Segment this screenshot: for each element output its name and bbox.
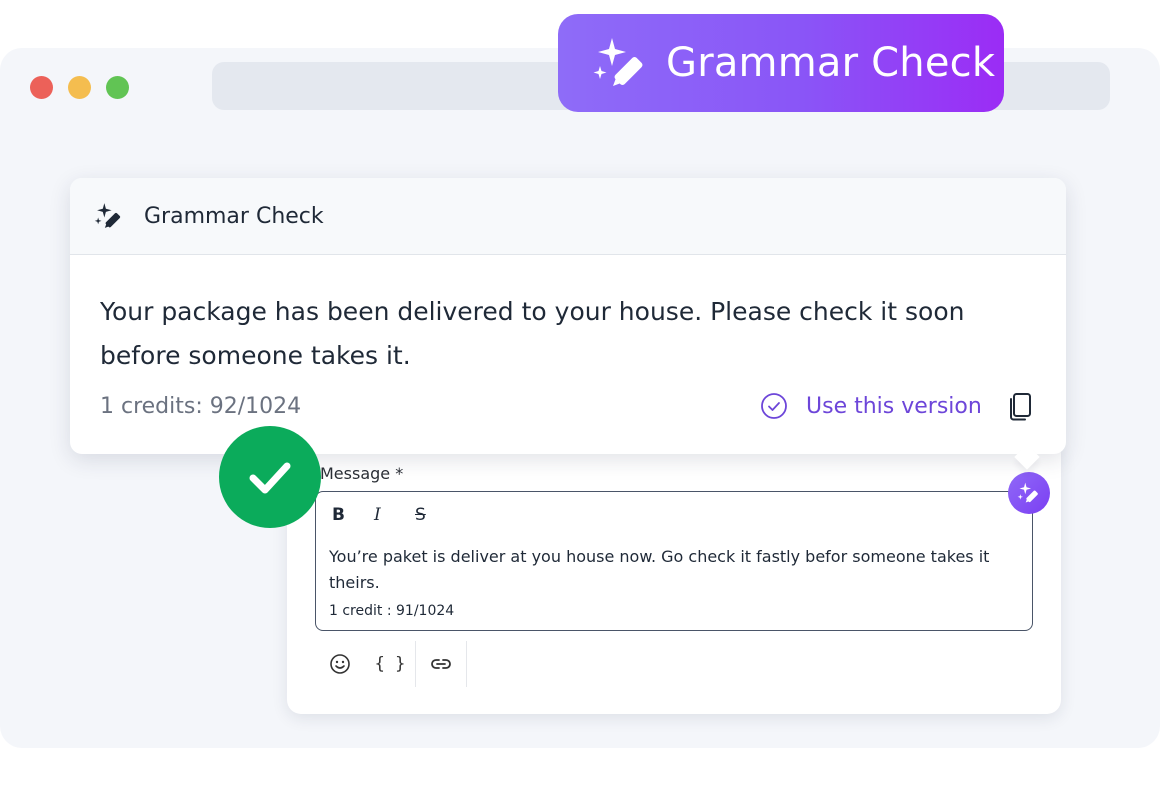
maximize-window-button[interactable]: [106, 76, 129, 99]
message-composer: Message * B I S You’re paket is deliver …: [287, 440, 1061, 714]
result-card-title: Grammar Check: [144, 203, 324, 229]
minimize-window-button[interactable]: [68, 76, 91, 99]
checkmark-icon: [249, 462, 291, 494]
variables-button[interactable]: { }: [365, 640, 415, 688]
link-button[interactable]: [416, 640, 466, 688]
bold-button[interactable]: B: [332, 504, 345, 526]
use-this-version-label: Use this version: [806, 393, 982, 419]
check-circle-icon: [761, 393, 787, 419]
message-label: Message *: [320, 464, 404, 483]
badge-title: Grammar Check: [666, 40, 996, 86]
smiley-icon: [330, 654, 350, 674]
original-message-text[interactable]: You’re paket is deliver at you house now…: [329, 544, 1019, 596]
composer-toolbar: { }: [315, 640, 467, 688]
corrected-text: Your package has been delivered to your …: [100, 297, 965, 370]
italic-button[interactable]: I: [374, 504, 381, 526]
sparkle-pen-icon: [1017, 482, 1038, 503]
result-card-header: Grammar Check: [70, 178, 1066, 255]
copy-icon: [1010, 393, 1031, 421]
toolbar-divider: [466, 641, 467, 687]
success-check-badge: [219, 426, 321, 528]
link-icon: [431, 659, 451, 669]
close-window-button[interactable]: [30, 76, 53, 99]
credits-counter: 1 credits: 92/1024: [100, 394, 302, 419]
sparkle-pen-icon: [94, 203, 121, 228]
composer-credit-counter: 1 credit : 91/1024: [329, 603, 455, 619]
grammar-check-button[interactable]: [1008, 472, 1050, 514]
strikethrough-button[interactable]: S: [415, 504, 426, 526]
message-editor[interactable]: B I S You’re paket is deliver at you hou…: [315, 491, 1033, 631]
sparkle-pen-icon: [593, 38, 643, 86]
grammar-check-result-card: Grammar Check Your package has been deli…: [70, 178, 1066, 470]
copy-button[interactable]: [1006, 392, 1034, 426]
use-this-version-button[interactable]: Use this version: [760, 392, 982, 420]
grammar-check-badge: Grammar Check: [558, 14, 1004, 112]
emoji-button[interactable]: [315, 640, 365, 688]
